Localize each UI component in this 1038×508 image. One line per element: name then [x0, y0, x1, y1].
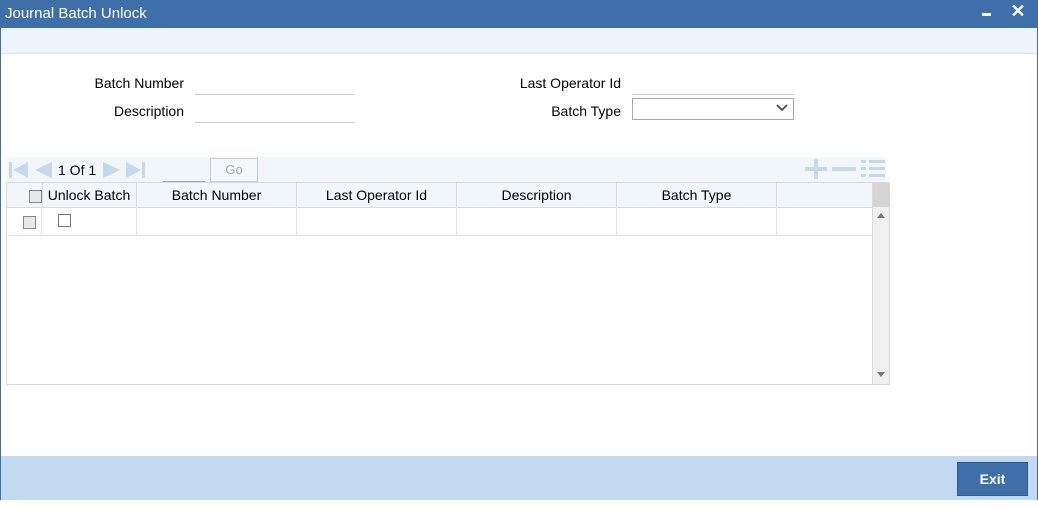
- column-label: Last Operator Id: [325, 187, 428, 203]
- scroll-up-icon[interactable]: [877, 213, 885, 218]
- footer-bar: [1, 456, 1037, 500]
- column-label: Batch Type: [661, 187, 732, 203]
- batch-table: Unlock Batch Batch Number Last Operator …: [6, 182, 890, 385]
- close-icon[interactable]: ✕: [1010, 2, 1026, 20]
- row-select-cell: [7, 207, 42, 235]
- batch-type-cell[interactable]: [617, 207, 777, 235]
- batch-type-select[interactable]: [632, 98, 794, 120]
- unlock-batch-cell: [42, 207, 137, 235]
- batch-number-label: Batch Number: [94, 75, 184, 91]
- batch-number-cell[interactable]: [137, 207, 297, 235]
- grid-toolbar: 1 Of 1: [6, 157, 886, 182]
- add-row-icon[interactable]: [803, 159, 829, 179]
- column-header-last-operator-id[interactable]: Last Operator Id: [297, 183, 457, 207]
- next-page-icon[interactable]: [101, 160, 123, 180]
- row-select-checkbox[interactable]: [23, 216, 36, 229]
- exit-button[interactable]: Exit: [957, 462, 1028, 496]
- column-header-batch-type[interactable]: Batch Type: [617, 183, 777, 207]
- column-label: Description: [501, 187, 572, 203]
- first-page-icon[interactable]: [8, 160, 30, 180]
- column-label: Unlock Batch: [47, 187, 131, 203]
- frame-left-edge: [0, 28, 1, 500]
- column-label: Batch Number: [171, 187, 262, 203]
- go-button[interactable]: Go: [210, 158, 258, 182]
- scroll-down-icon[interactable]: [877, 372, 885, 377]
- prev-page-icon[interactable]: [32, 160, 54, 180]
- column-header-unlock-batch[interactable]: Unlock Batch: [42, 183, 137, 207]
- pager-text: 1 Of 1: [58, 162, 97, 178]
- subheader-bar: [1, 28, 1037, 54]
- scrollbar-header-block: [873, 183, 889, 207]
- title-bar: Journal Batch Unlock ✕: [0, 0, 1038, 28]
- window-title: Journal Batch Unlock: [5, 5, 147, 22]
- last-page-icon[interactable]: [125, 160, 147, 180]
- minimize-icon[interactable]: [981, 9, 992, 20]
- description-input[interactable]: [195, 100, 354, 123]
- select-all-checkbox[interactable]: [29, 190, 42, 203]
- description-label: Description: [113, 103, 184, 119]
- last-operator-id-label: Last Operator Id: [519, 75, 621, 91]
- last-operator-id-cell[interactable]: [297, 207, 457, 235]
- column-header-batch-number[interactable]: Batch Number: [137, 183, 297, 207]
- single-view-icon[interactable]: [860, 159, 886, 179]
- batch-type-label: Batch Type: [551, 103, 621, 119]
- description-cell[interactable]: [457, 207, 617, 235]
- column-header-description[interactable]: Description: [457, 183, 617, 207]
- table-row[interactable]: [7, 207, 872, 236]
- chevron-down-icon: [776, 104, 788, 112]
- table-header: Unlock Batch Batch Number Last Operator …: [7, 183, 872, 208]
- vertical-scrollbar[interactable]: [872, 183, 889, 384]
- batch-number-input[interactable]: [195, 72, 354, 95]
- select-all-cell: [7, 183, 43, 207]
- last-operator-id-input[interactable]: [632, 72, 794, 95]
- unlock-batch-checkbox[interactable]: [58, 214, 71, 227]
- delete-row-icon[interactable]: [831, 159, 857, 179]
